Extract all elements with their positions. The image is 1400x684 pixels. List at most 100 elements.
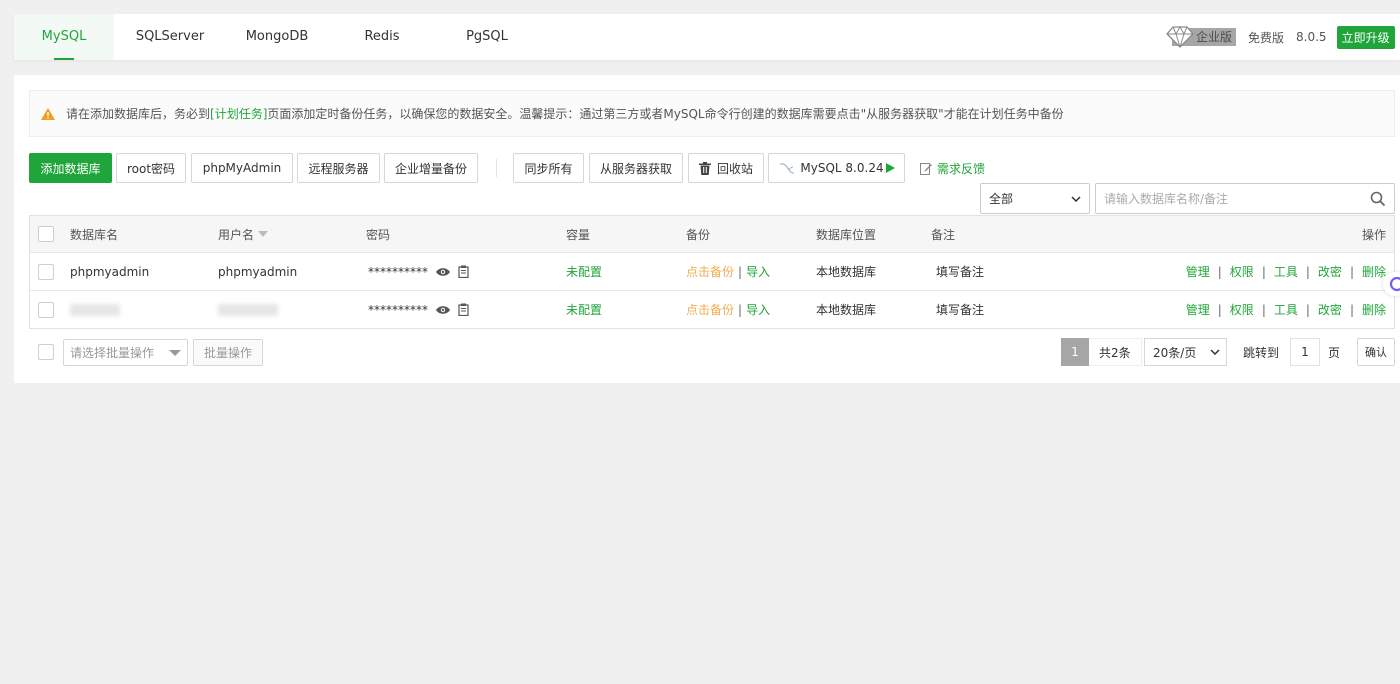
backup-cell: 点击备份 | 导入 — [686, 301, 771, 318]
capacity-not-set[interactable]: 未配置 — [566, 253, 602, 290]
capacity-not-set[interactable]: 未配置 — [566, 291, 602, 328]
floating-assistant-icon[interactable] — [1383, 272, 1400, 296]
sort-down-icon[interactable] — [258, 231, 269, 237]
change-password-link[interactable]: 改密 — [1318, 301, 1342, 318]
tab-sqlserver[interactable]: SQLServer — [124, 14, 216, 60]
tools-link[interactable]: 工具 — [1274, 263, 1298, 280]
total-count: 共2条 — [1089, 338, 1142, 366]
page-size-select[interactable]: 20条/页 — [1144, 338, 1227, 366]
change-password-link[interactable]: 改密 — [1318, 263, 1342, 280]
chevron-down-icon — [1210, 349, 1220, 355]
batch-operation-select[interactable]: 请选择批量操作 — [63, 339, 188, 366]
diamond-icon — [1166, 25, 1194, 48]
backup-link[interactable]: 点击备份 — [686, 263, 734, 280]
db-type-tabs: MySQL SQLServer MongoDB Redis PgSQL 企业版 … — [14, 14, 1400, 60]
db-username — [218, 291, 278, 328]
tab-mysql[interactable]: MySQL — [14, 14, 114, 60]
copy-icon[interactable] — [458, 265, 470, 278]
table-header: 数据库名 用户名 密码 容量 备份 数据库位置 备注 操作 — [30, 216, 1394, 252]
edit-note-icon — [920, 162, 932, 175]
play-icon — [885, 163, 895, 173]
alert-text-after: 页面添加定时备份任务，以确保您的数据安全。温馨提示：通过第三方或者MySQL命令… — [267, 107, 1064, 121]
cron-task-link[interactable]: [计划任务] — [210, 105, 267, 122]
incremental-backup-button[interactable]: 企业增量备份 — [384, 153, 478, 183]
permission-link[interactable]: 权限 — [1230, 263, 1254, 280]
eye-icon[interactable] — [436, 267, 450, 277]
phpmyadmin-button[interactable]: phpMyAdmin — [191, 153, 293, 183]
main-panel: 请在添加数据库后，务必到 [计划任务] 页面添加定时备份任务，以确保您的数据安全。温… — [14, 75, 1400, 383]
sync-all-button[interactable]: 同步所有 — [513, 153, 584, 183]
row-checkbox[interactable] — [38, 301, 54, 318]
scope-select[interactable]: 全部 — [980, 183, 1090, 214]
db-name: phpmyadmin — [70, 264, 150, 279]
permission-link[interactable]: 权限 — [1230, 301, 1254, 318]
tools-link[interactable]: 工具 — [1274, 301, 1298, 318]
trash-icon — [698, 161, 711, 175]
mysql-dolphin-icon — [780, 163, 795, 174]
add-database-button[interactable]: 添加数据库 — [29, 153, 112, 183]
tab-pgsql[interactable]: PgSQL — [454, 14, 520, 60]
import-link[interactable]: 导入 — [746, 301, 770, 318]
search-box — [1095, 183, 1395, 214]
recycle-bin-button[interactable]: 回收站 — [688, 153, 764, 183]
col-location: 数据库位置 — [816, 227, 877, 242]
manage-link[interactable]: 管理 — [1186, 301, 1210, 318]
col-username[interactable]: 用户名 — [218, 216, 269, 252]
upgrade-button[interactable]: 立即升级 — [1336, 25, 1395, 49]
feedback-link[interactable]: 需求反馈 — [920, 153, 985, 183]
remote-server-button[interactable]: 远程服务器 — [297, 153, 380, 183]
enterprise-badge[interactable]: 企业版 — [1166, 25, 1237, 48]
chevron-down-icon — [1071, 195, 1081, 202]
confirm-jump-button[interactable]: 确认 — [1357, 338, 1395, 366]
batch-select-placeholder: 请选择批量操作 — [70, 346, 155, 360]
col-backup: 备份 — [686, 227, 711, 242]
redacted-user-blur — [218, 303, 278, 316]
db-username: phpmyadmin — [218, 264, 298, 279]
db-password-masked: ********** — [368, 264, 428, 279]
feedback-label: 需求反馈 — [937, 161, 986, 176]
current-page[interactable]: 1 — [1061, 338, 1089, 366]
tab-redis[interactable]: Redis — [352, 14, 412, 60]
db-password-cell: ********** — [368, 291, 470, 328]
root-password-button[interactable]: root密码 — [116, 153, 186, 183]
col-capacity: 容量 — [566, 227, 591, 242]
page-unit-label: 页 — [1328, 345, 1341, 360]
manage-link[interactable]: 管理 — [1186, 263, 1210, 280]
import-link[interactable]: 导入 — [746, 263, 770, 280]
warning-icon — [41, 107, 55, 120]
db-location: 本地数据库 — [816, 265, 877, 279]
alert-text-before: 请在添加数据库后，务必到 — [66, 107, 211, 121]
col-db-name[interactable]: 数据库名 — [70, 216, 118, 252]
version-label: 8.0.5 — [1296, 30, 1327, 44]
footer-select-all-checkbox[interactable] — [38, 344, 54, 360]
db-location: 本地数据库 — [816, 303, 877, 317]
backup-link[interactable]: 点击备份 — [686, 301, 734, 318]
col-operations: 操作 — [1361, 227, 1386, 242]
tab-mongodb[interactable]: MongoDB — [236, 14, 318, 60]
copy-icon[interactable] — [458, 303, 470, 316]
eye-icon[interactable] — [436, 305, 450, 315]
col-remark: 备注 — [931, 227, 956, 242]
table-row: ********** 未配置 点击备份 | 导入 本地数据库 填写备注 管理 | 权限… — [30, 290, 1394, 328]
redacted-name-blur — [70, 303, 120, 316]
search-input[interactable] — [1096, 184, 1356, 213]
remark-field[interactable]: 填写备注 — [936, 291, 984, 328]
fetch-from-server-button[interactable]: 从服务器获取 — [589, 153, 683, 183]
remark-field[interactable]: 填写备注 — [936, 253, 984, 290]
jump-to-label: 跳转到 — [1243, 345, 1280, 360]
select-all-checkbox[interactable] — [38, 226, 54, 242]
backup-alert: 请在添加数据库后，务必到 [计划任务] 页面添加定时备份任务，以确保您的数据安全。温… — [29, 90, 1395, 137]
row-checkbox[interactable] — [38, 263, 54, 280]
edition-info: 企业版 免费版 8.0.5 立即升级 — [1166, 14, 1395, 60]
scope-select-value: 全部 — [989, 192, 1014, 206]
batch-operation-button[interactable]: 批量操作 — [193, 339, 263, 366]
caret-down-icon — [169, 350, 181, 356]
mysql-version-button[interactable]: MySQL 8.0.24 — [768, 153, 905, 183]
delete-link[interactable]: 删除 — [1362, 301, 1386, 318]
db-password-cell: ********** — [368, 253, 470, 290]
search-icon[interactable] — [1370, 191, 1386, 207]
col-password: 密码 — [366, 227, 391, 242]
db-password-masked: ********** — [368, 302, 428, 317]
jump-page-input[interactable]: 1 — [1290, 338, 1320, 366]
backup-cell: 点击备份 | 导入 — [686, 263, 771, 280]
